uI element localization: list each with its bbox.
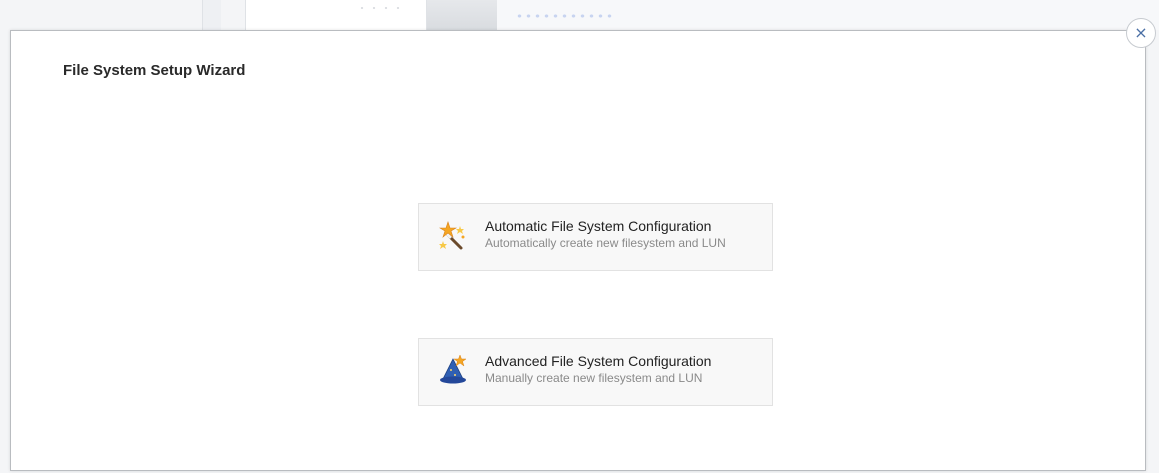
option-title: Advanced File System Configuration xyxy=(485,353,712,369)
option-title: Automatic File System Configuration xyxy=(485,218,712,234)
background-decoration xyxy=(515,12,615,20)
magic-wand-icon xyxy=(438,220,467,252)
wizard-hat-icon xyxy=(439,354,467,387)
automatic-config-option[interactable]: Automatic File System Configuration Auto… xyxy=(418,203,773,271)
advanced-config-option[interactable]: Advanced File System Configuration Manua… xyxy=(418,338,773,406)
option-description: Manually create new filesystem and LUN xyxy=(485,371,703,385)
background-panel xyxy=(202,0,221,30)
screen: File System Setup Wizard Automatic File … xyxy=(0,0,1159,473)
dialog-title: File System Setup Wizard xyxy=(63,62,246,79)
setup-wizard-dialog: File System Setup Wizard Automatic File … xyxy=(10,30,1146,471)
close-button[interactable]: × xyxy=(1126,18,1156,48)
background-panel xyxy=(427,0,497,30)
background-decoration xyxy=(356,6,406,10)
option-description: Automatically create new filesystem and … xyxy=(485,236,726,250)
background-panel xyxy=(245,0,427,30)
